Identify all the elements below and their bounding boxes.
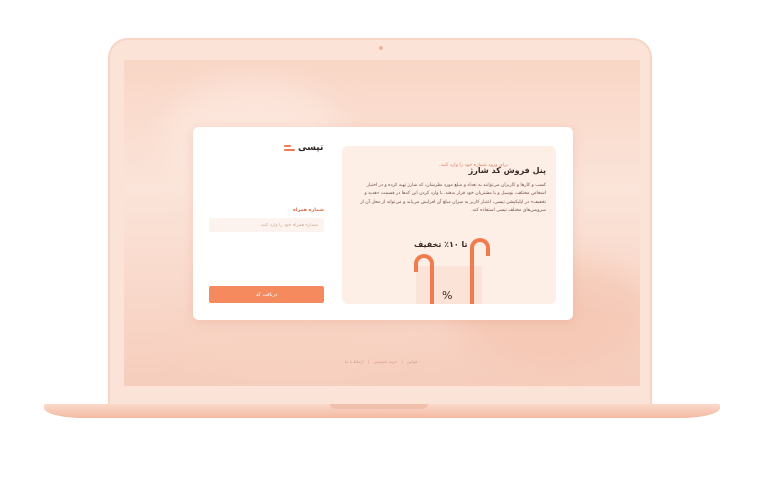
promo-panel: پنل فروش کد شارژ کسب‌ و کارها و کاربران … [342,146,556,304]
percent-icon: % [442,289,453,302]
get-code-button[interactable]: دریافت کد [209,286,324,303]
promo-post-left [430,266,434,304]
footer-link-contact[interactable]: ارتباط با ما [345,359,364,364]
login-subtitle: برای ورود شماره خود را وارد کنید. [439,163,508,168]
promo-discount: تا ۱۰٪ تخفیف [414,240,468,249]
promo-post-right [470,250,474,304]
brand-name: تپسی [298,143,324,153]
brand: تپسی [284,143,323,153]
footer-link-terms[interactable]: قوانین [407,359,417,364]
phone-label: شماره همراه [293,208,324,213]
laptop-mockup: پنل فروش کد شارژ کسب‌ و کارها و کاربران … [0,0,757,486]
laptop-notch [330,404,428,409]
promo-description: کسب‌ و کارها و کاربران می‌توانند به تعدا… [360,183,546,214]
footer-links: قوانین | حریم خصوصی | ارتباط با ما [345,359,418,364]
phone-input[interactable] [209,218,324,232]
camera-dot [379,46,383,50]
brand-logo-icon [284,144,295,152]
footer-link-privacy[interactable]: حریم خصوصی [373,359,397,364]
